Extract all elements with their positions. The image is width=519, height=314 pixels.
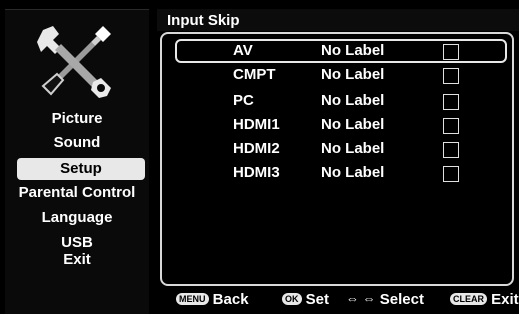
sidebar-item-parental-control[interactable]: Parental Control [5, 184, 149, 202]
input-label: No Label [321, 92, 385, 109]
hint-set: OK Set [282, 291, 329, 308]
input-label: No Label [321, 42, 385, 59]
input-name: AV [233, 42, 253, 59]
input-label: No Label [321, 140, 385, 157]
skip-checkbox[interactable] [443, 142, 459, 158]
skip-checkbox[interactable] [443, 68, 459, 84]
input-row-hdmi1[interactable]: HDMI1 No Label [0, 116, 519, 136]
hint-set-label: Set [305, 291, 330, 308]
left-right-arrows-icon: ⇔ ⇔ [346, 291, 376, 306]
sidebar-item-language[interactable]: Language [5, 209, 149, 227]
skip-checkbox[interactable] [443, 44, 459, 60]
input-name: HDMI2 [233, 140, 280, 157]
sidebar-item-exit[interactable]: Exit [5, 251, 149, 269]
input-row-pc[interactable]: PC No Label [0, 92, 519, 112]
footer-hints: MENU Back OK Set ⇔ ⇔ Select CLEAR Exit [170, 291, 519, 311]
input-name: PC [233, 92, 254, 109]
ok-key-badge: OK [282, 293, 302, 305]
menu-key-badge: MENU [176, 293, 209, 305]
hint-select-label: Select [379, 291, 424, 308]
input-row-av[interactable]: AV No Label [0, 42, 519, 62]
skip-checkbox[interactable] [443, 118, 459, 134]
skip-checkbox[interactable] [443, 94, 459, 110]
hint-select: ⇔ ⇔ Select [346, 291, 424, 308]
hint-exit: CLEAR Exit [450, 291, 519, 308]
sidebar-item-usb[interactable]: USB [5, 234, 149, 252]
clear-key-badge: CLEAR [450, 293, 487, 305]
input-label: No Label [321, 116, 385, 133]
input-name: HDMI1 [233, 116, 280, 133]
input-label: No Label [321, 164, 385, 181]
input-label: No Label [321, 66, 385, 83]
input-name: CMPT [233, 66, 276, 83]
input-row-hdmi2[interactable]: HDMI2 No Label [0, 140, 519, 160]
title-bar: Input Skip [157, 9, 519, 31]
page-title: Input Skip [167, 12, 240, 29]
hint-back: MENU Back [176, 291, 249, 308]
hint-back-label: Back [212, 291, 249, 308]
input-row-hdmi3[interactable]: HDMI3 No Label [0, 164, 519, 184]
hint-exit-label: Exit [491, 291, 519, 308]
input-row-cmpt[interactable]: CMPT No Label [0, 66, 519, 86]
skip-checkbox[interactable] [443, 166, 459, 182]
input-name: HDMI3 [233, 164, 280, 181]
